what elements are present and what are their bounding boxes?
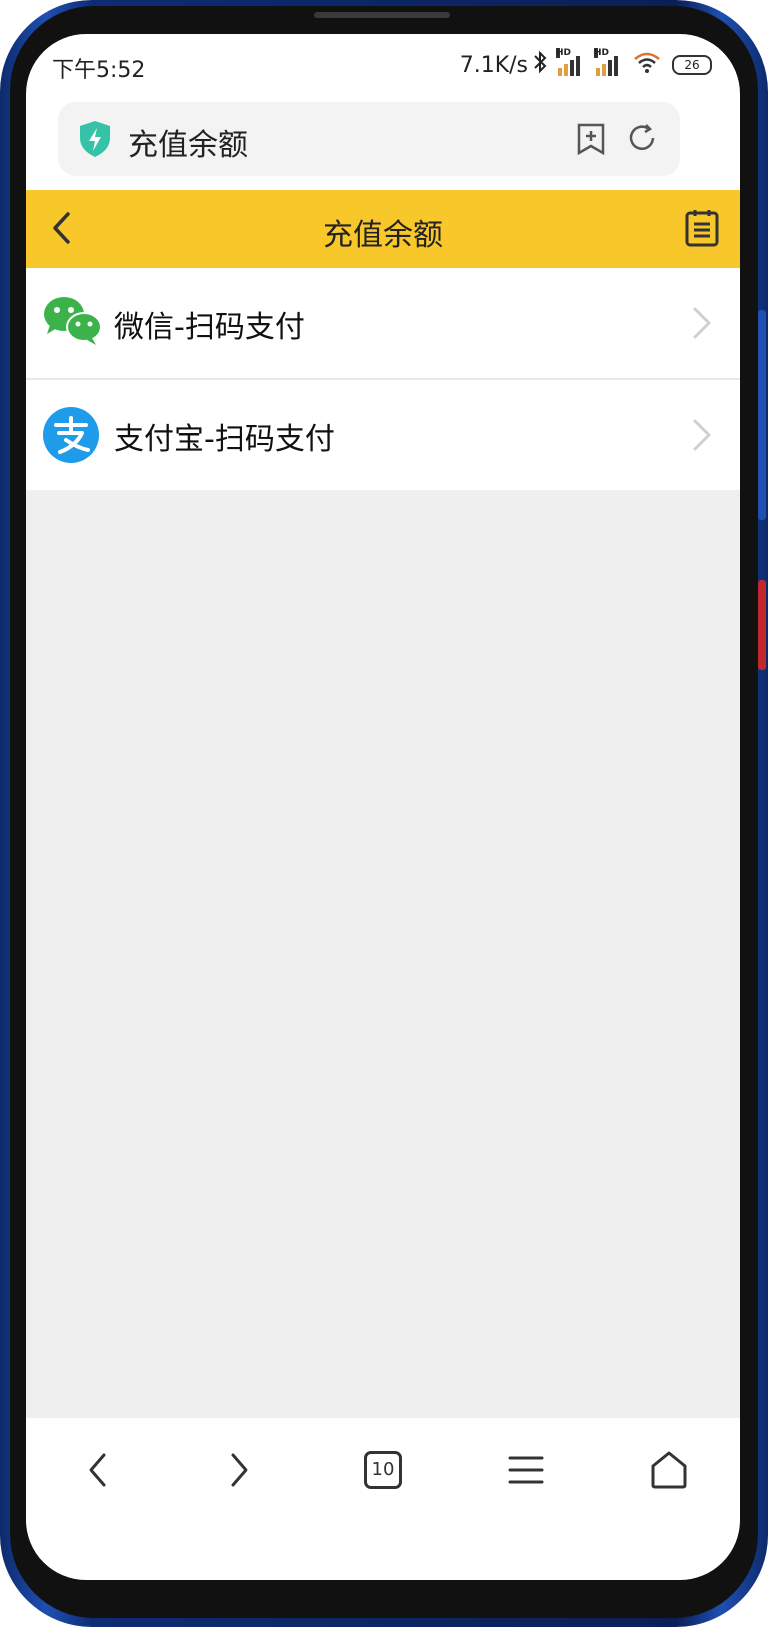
forward-icon[interactable]	[200, 1430, 280, 1510]
payment-option-label: 支付宝-扫码支付	[114, 422, 335, 457]
chevron-right-icon	[692, 418, 712, 456]
signal-icon-2: HD	[594, 48, 618, 76]
address-text: 充值余额	[128, 128, 248, 163]
chevron-right-icon	[692, 306, 712, 344]
status-time: 下午5:52	[52, 58, 146, 83]
wechat-icon	[42, 294, 102, 350]
refresh-icon[interactable]	[626, 122, 658, 158]
app-header: 充值余额	[26, 190, 740, 268]
screen: 下午5:52 7.1K/s HD HD 26 充值余额 充值余额 微信-扫码支付…	[26, 34, 740, 1580]
network-speed: 7.1K/s	[459, 52, 528, 78]
address-bar[interactable]: 充值余额	[58, 102, 680, 176]
browser-bottom-nav: 10	[26, 1418, 740, 1522]
payment-option-alipay[interactable]: 支付宝-扫码支付	[26, 380, 740, 490]
bluetooth-icon	[532, 50, 548, 80]
wifi-icon	[632, 50, 662, 80]
status-icons: 7.1K/s HD HD 26	[459, 48, 712, 80]
tabs-count: 10	[363, 1451, 402, 1489]
payment-option-label: 微信-扫码支付	[114, 310, 305, 345]
tabs-icon[interactable]: 10	[343, 1430, 423, 1510]
alipay-icon	[42, 406, 100, 468]
signal-icon: HD	[556, 48, 580, 76]
orders-icon[interactable]	[684, 208, 720, 252]
back-icon[interactable]	[57, 1430, 137, 1510]
shield-icon	[78, 120, 112, 162]
battery-icon: 26	[672, 55, 712, 75]
power-button	[758, 580, 766, 670]
volume-button	[758, 310, 766, 520]
status-bar: 下午5:52 7.1K/s HD HD 26	[26, 34, 740, 100]
payment-option-wechat[interactable]: 微信-扫码支付	[26, 268, 740, 380]
bookmark-add-icon[interactable]	[576, 122, 606, 160]
speaker-grille	[314, 12, 450, 18]
page-title: 充值余额	[323, 218, 443, 253]
home-icon[interactable]	[629, 1430, 709, 1510]
menu-icon[interactable]	[486, 1430, 566, 1510]
